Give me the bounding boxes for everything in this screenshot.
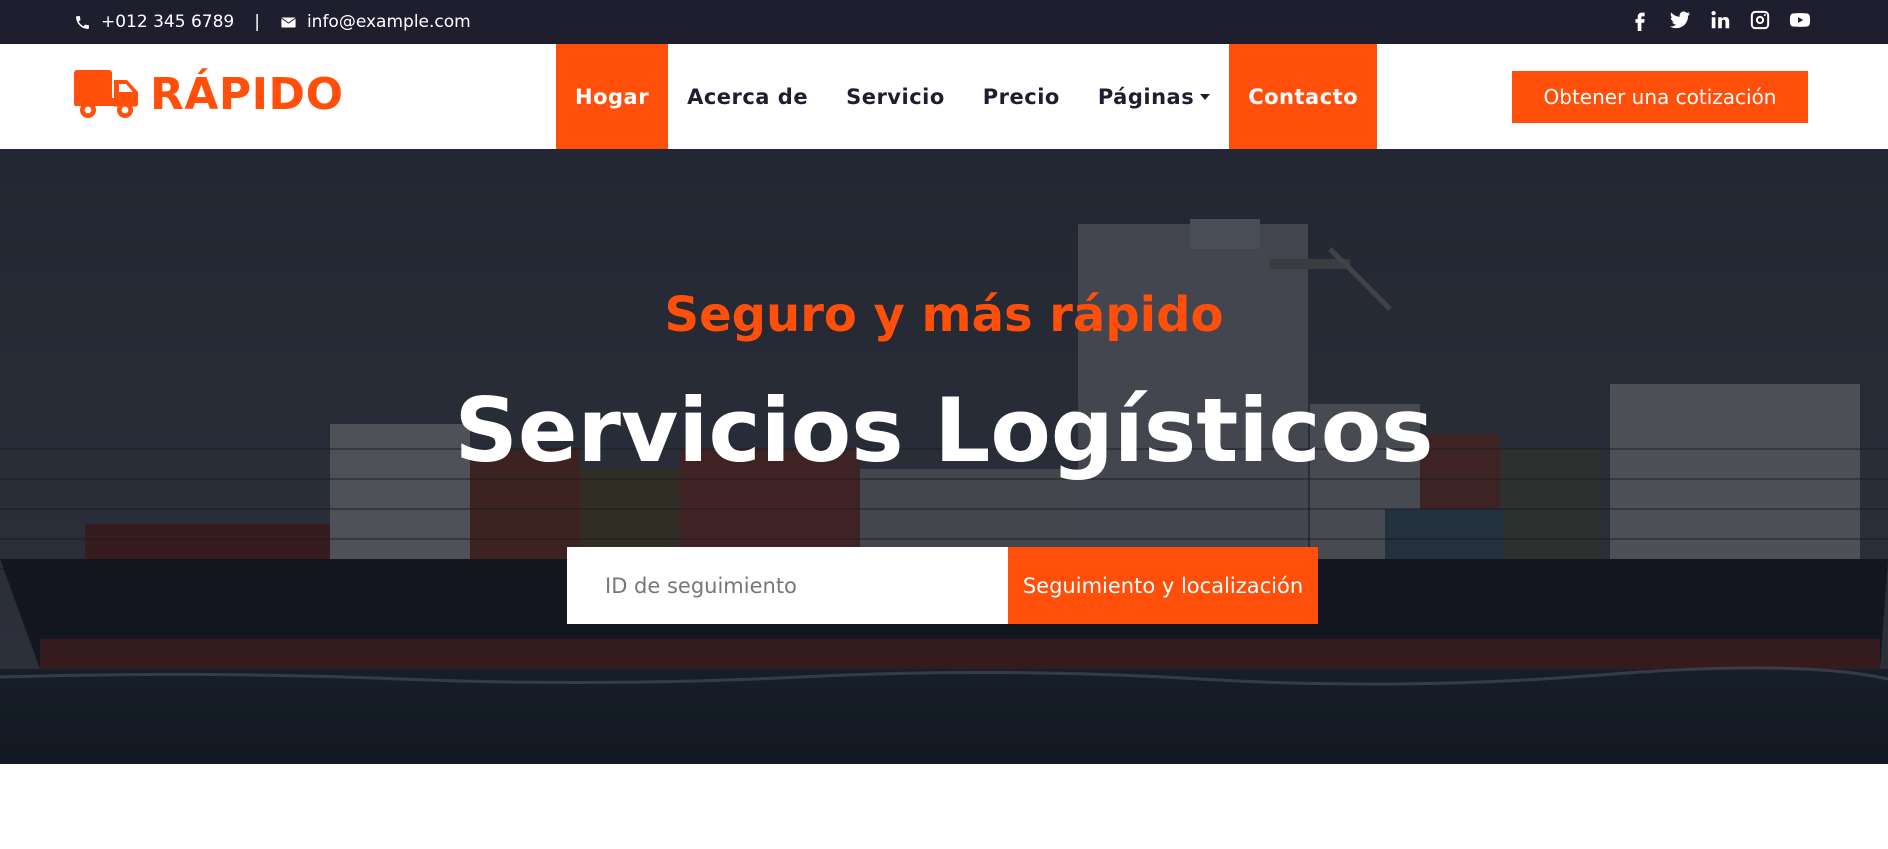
separator: | [254, 12, 260, 32]
track-button[interactable]: Seguimiento y localización [1008, 547, 1318, 624]
main-navbar: RÁPIDO Hogar Acerca de Servicio Precio P… [0, 44, 1888, 149]
phone-text: +012 345 6789 [101, 12, 235, 32]
contact-info: +012 345 6789 | info@example.com [74, 0, 471, 44]
email-text: info@example.com [306, 12, 471, 32]
nav-label: Precio [982, 84, 1060, 109]
tracking-form: Seguimiento y localización [567, 547, 1318, 624]
nav-label: Servicio [846, 84, 945, 109]
instagram-icon[interactable] [1748, 8, 1772, 32]
brand-logo[interactable]: RÁPIDO [74, 68, 343, 120]
hero-subtitle: Seguro y más rápido [664, 287, 1224, 343]
nav-dropdown-paginas[interactable]: Páginas [1079, 44, 1229, 149]
get-quote-button[interactable]: Obtener una cotización [1512, 71, 1808, 123]
top-bar: +012 345 6789 | info@example.com [0, 0, 1888, 44]
nav-label: Contacto [1248, 84, 1359, 109]
youtube-icon[interactable] [1788, 8, 1812, 32]
nav-label: Hogar [575, 84, 650, 109]
truck-icon [74, 70, 138, 118]
envelope-icon [281, 17, 296, 27]
nav-label: Acerca de [687, 84, 809, 109]
social-links [1628, 0, 1812, 40]
nav-link-precio[interactable]: Precio [964, 44, 1079, 149]
nav-link-hogar[interactable]: Hogar [556, 44, 669, 149]
twitter-icon[interactable] [1668, 8, 1692, 32]
linkedin-icon[interactable] [1708, 8, 1732, 32]
phone-icon [76, 15, 89, 29]
nav-links: Hogar Acerca de Servicio Precio Páginas … [556, 44, 1378, 149]
caret-down-icon [1200, 93, 1211, 100]
nav-link-contacto[interactable]: Contacto [1229, 44, 1378, 149]
nav-link-acerca-de[interactable]: Acerca de [668, 44, 827, 149]
email-item[interactable]: info@example.com [280, 12, 471, 32]
nav-link-servicio[interactable]: Servicio [827, 44, 964, 149]
brand-name: RÁPIDO [150, 68, 344, 120]
hero-section: Seguro y más rápido Servicios Logísticos… [0, 149, 1888, 764]
tracking-id-input[interactable] [567, 547, 1008, 624]
hero-title: Servicios Logísticos [454, 379, 1434, 482]
nav-label: Páginas [1097, 84, 1195, 109]
facebook-icon[interactable] [1628, 8, 1652, 32]
phone-item[interactable]: +012 345 6789 [74, 12, 234, 32]
